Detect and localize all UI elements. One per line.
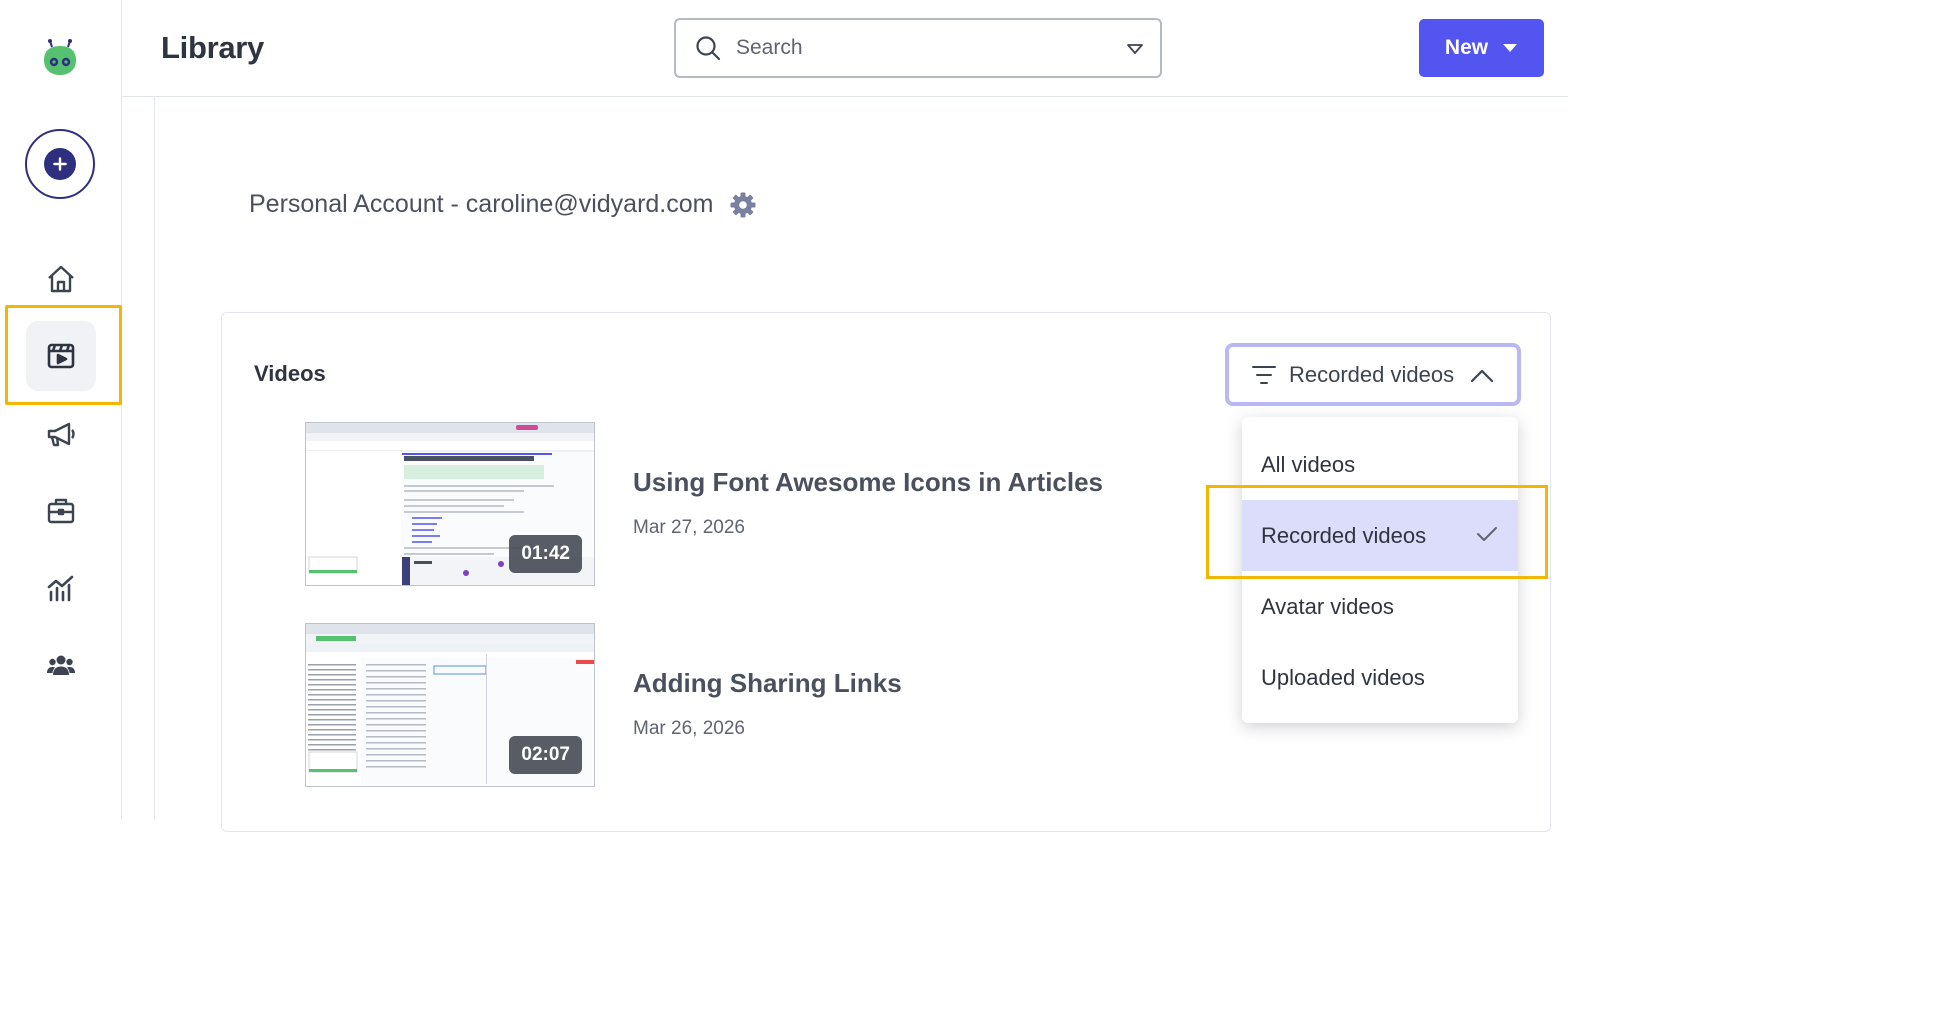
- gear-icon[interactable]: [729, 191, 757, 219]
- video-date: Mar 26, 2026: [633, 718, 745, 739]
- video-library-icon: [47, 343, 75, 369]
- sidebar-item-analytics[interactable]: [26, 553, 96, 623]
- video-filter-dropdown[interactable]: Recorded videos: [1225, 343, 1521, 406]
- filter-selected-label: Recorded videos: [1289, 361, 1455, 387]
- search-icon: [696, 36, 721, 61]
- team-icon: [47, 655, 75, 675]
- video-duration: 01:42: [509, 535, 582, 573]
- video-duration: 02:07: [509, 736, 582, 774]
- sidebar: [0, 0, 122, 819]
- content-divider: [154, 97, 155, 819]
- header: Library New: [122, 0, 1568, 97]
- sidebar-item-library[interactable]: [26, 321, 96, 391]
- filter-option-label: Avatar videos: [1261, 593, 1394, 619]
- filter-option-avatar-videos[interactable]: Avatar videos: [1242, 571, 1518, 642]
- analytics-icon: [47, 575, 74, 602]
- caret-down-icon[interactable]: [1126, 42, 1144, 56]
- filter-icon: [1252, 365, 1276, 384]
- video-thumbnail[interactable]: 02:07: [305, 623, 595, 787]
- caret-down-icon: [1503, 44, 1518, 52]
- megaphone-icon: [47, 422, 75, 447]
- videos-heading: Videos: [254, 361, 326, 386]
- sidebar-item-team[interactable]: [26, 630, 96, 700]
- filter-menu: All videos Recorded videos Avatar videos…: [1242, 417, 1518, 723]
- page-title: Library: [161, 30, 264, 65]
- briefcase-icon: [47, 498, 75, 524]
- filter-option-uploaded-videos[interactable]: Uploaded videos: [1242, 642, 1518, 713]
- chevron-up-icon: [1470, 369, 1494, 383]
- account-label: Personal Account - caroline@vidyard.com: [249, 190, 714, 218]
- new-button-label: New: [1444, 36, 1489, 59]
- filter-option-all-videos[interactable]: All videos: [1242, 429, 1518, 500]
- sidebar-item-campaigns[interactable]: [26, 399, 96, 469]
- filter-option-recorded-videos[interactable]: Recorded videos: [1242, 500, 1518, 571]
- search-box[interactable]: [674, 18, 1162, 78]
- checkmark-icon: [1477, 527, 1497, 541]
- vidyard-logo-icon[interactable]: [40, 38, 80, 78]
- search-input[interactable]: [736, 36, 1096, 60]
- filter-option-label: Recorded videos: [1261, 522, 1427, 548]
- video-title[interactable]: Using Font Awesome Icons in Articles: [633, 467, 1103, 498]
- video-thumbnail[interactable]: 01:42: [305, 422, 595, 586]
- filter-option-label: All videos: [1261, 451, 1356, 477]
- create-button[interactable]: [25, 129, 95, 199]
- new-button[interactable]: New: [1419, 19, 1544, 77]
- video-date: Mar 27, 2026: [633, 517, 745, 538]
- plus-icon: [44, 148, 76, 180]
- account-row: Personal Account - caroline@vidyard.com: [249, 190, 757, 219]
- sidebar-item-briefcase[interactable]: [26, 476, 96, 546]
- sidebar-item-home[interactable]: [26, 244, 96, 314]
- home-icon: [48, 265, 74, 293]
- filter-option-label: Uploaded videos: [1261, 664, 1425, 690]
- video-title[interactable]: Adding Sharing Links: [633, 668, 902, 699]
